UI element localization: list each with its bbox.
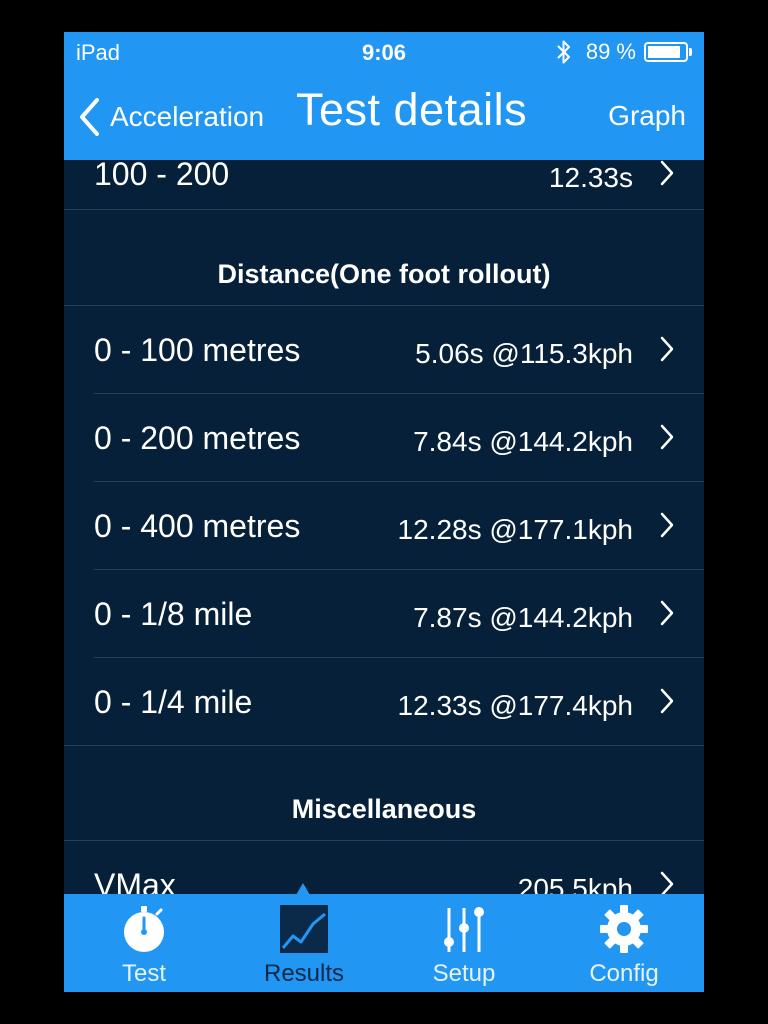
bluetooth-icon: [557, 40, 570, 64]
back-button-label: Acceleration: [110, 101, 265, 132]
stopwatch-icon: [124, 906, 164, 952]
table-row[interactable]: 0 - 1/4 mile 12.33s @177.4kph: [64, 658, 704, 746]
line-chart-icon: [280, 905, 328, 953]
row-label: 0 - 100 metres: [94, 332, 301, 368]
status-right: 89 %: [556, 39, 692, 65]
status-bar: iPad 9:06 89 %: [64, 32, 704, 72]
table-row[interactable]: VMax 205.5kph: [64, 841, 704, 894]
row-value: 205.5kph: [517, 873, 633, 894]
section-header: Miscellaneous: [291, 794, 477, 824]
tab-label: Test: [121, 960, 166, 987]
table-row[interactable]: 0 - 200 metres 7.84s @144.2kph: [64, 394, 704, 482]
tab-label: Results: [263, 960, 345, 987]
chevron-right-icon: [660, 871, 674, 894]
tab-bar: Test Results Setup Config: [64, 894, 704, 992]
row-label: 0 - 1/8 mile: [94, 596, 253, 632]
row-value: 12.28s @177.1kph: [397, 514, 633, 545]
section-header: Distance(One foot rollout): [217, 259, 551, 289]
tab-label: Setup: [432, 960, 496, 987]
chevron-left-icon: [80, 98, 99, 136]
row-label: 0 - 200 metres: [94, 420, 301, 456]
chevron-right-icon: [660, 336, 674, 362]
table-row[interactable]: 0 - 400 metres 12.28s @177.1kph: [64, 482, 704, 570]
results-table[interactable]: 100 - 200 12.33s Distance(One foot rollo…: [64, 160, 704, 894]
navigation-bar: Acceleration Test details Graph: [64, 72, 704, 160]
gear-icon: [600, 905, 648, 953]
battery-icon: [644, 42, 688, 62]
row-value: 7.84s @144.2kph: [413, 426, 633, 457]
graph-button[interactable]: Graph: [608, 100, 686, 132]
row-value: 5.06s @115.3kph: [415, 338, 633, 369]
tab-test[interactable]: Test: [64, 894, 224, 992]
chevron-right-icon: [660, 424, 674, 450]
chevron-right-icon: [660, 512, 674, 538]
row-label: 0 - 1/4 mile: [94, 684, 253, 720]
battery-percent: 89 %: [585, 39, 636, 64]
separator: [64, 209, 704, 210]
row-value: 12.33s: [548, 162, 633, 193]
tab-config[interactable]: Config: [544, 894, 704, 992]
row-label: VMax: [94, 867, 176, 894]
tab-label: Config: [589, 960, 659, 987]
app-screen: iPad 9:06 89 % Acceleration Test details…: [64, 32, 704, 992]
row-value: 12.33s @177.4kph: [397, 690, 633, 721]
battery-nub: [689, 48, 692, 56]
row-label: 100 - 200: [94, 160, 230, 192]
sliders-icon: [444, 907, 484, 952]
separator: [64, 745, 704, 746]
chevron-right-icon: [660, 688, 674, 714]
page-title: Test details: [296, 84, 528, 135]
row-value: 7.87s @144.2kph: [413, 602, 633, 633]
chevron-right-icon: [660, 160, 674, 186]
table-row[interactable]: 0 - 100 metres 5.06s @115.3kph: [64, 306, 704, 394]
battery-level: [648, 46, 681, 58]
back-button[interactable]: Acceleration: [78, 94, 264, 140]
row-label: 0 - 400 metres: [94, 508, 301, 544]
chevron-right-icon: [660, 600, 674, 626]
table-row[interactable]: 0 - 1/8 mile 7.87s @144.2kph: [64, 570, 704, 658]
tab-results[interactable]: Results: [224, 894, 384, 992]
selected-tab-indicator: [296, 883, 310, 895]
tab-setup[interactable]: Setup: [384, 894, 544, 992]
